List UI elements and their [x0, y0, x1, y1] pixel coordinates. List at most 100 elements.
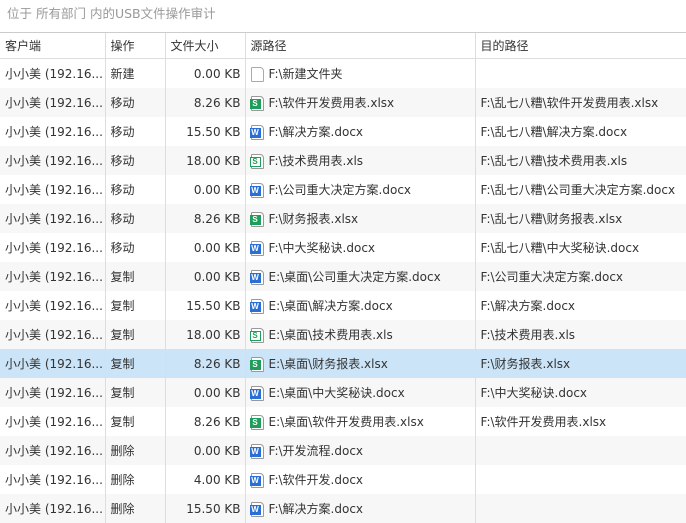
client-cell: 小小美 (192.16...	[0, 291, 106, 320]
source-path-cell: W E:\桌面\中大奖秘诀.docx	[245, 378, 476, 407]
xlsx-icon: S	[249, 357, 264, 372]
destination-path-cell: F:\软件开发费用表.xlsx	[475, 407, 686, 436]
operation-cell: 复制	[105, 407, 166, 436]
column-header-operation[interactable]: 操作	[105, 33, 166, 59]
docx-icon: W	[249, 125, 264, 140]
source-path-cell: S F:\财务报表.xlsx	[245, 204, 476, 233]
source-path-cell: W F:\软件开发.docx	[245, 465, 476, 494]
docx-icon: W	[249, 299, 264, 314]
source-path: F:\财务报表.xlsx	[268, 212, 359, 226]
table-row[interactable]: 小小美 (192.16... 复制 0.00 KB W E:\桌面\中大奖秘诀.d…	[0, 378, 686, 407]
column-header-destination[interactable]: 目的路径	[475, 33, 686, 59]
operation-cell: 删除	[105, 494, 166, 523]
client-cell: 小小美 (192.16...	[0, 146, 106, 175]
client-cell: 小小美 (192.16...	[0, 465, 106, 494]
source-path-cell: S E:\桌面\财务报表.xlsx	[245, 349, 476, 378]
table-row[interactable]: 小小美 (192.16... 删除 0.00 KB W F:\开发流程.docx	[0, 436, 686, 465]
client-cell: 小小美 (192.16...	[0, 58, 106, 88]
source-path-cell: W E:\桌面\解决方案.docx	[245, 291, 476, 320]
table-row[interactable]: 小小美 (192.16... 复制 18.00 KB S E:\桌面\技术费用表.…	[0, 320, 686, 349]
size-cell: 8.26 KB	[165, 204, 246, 233]
size-cell: 15.50 KB	[165, 291, 246, 320]
table-row[interactable]: 小小美 (192.16... 移动 8.26 KB S F:\财务报表.xlsx …	[0, 204, 686, 233]
source-path-cell: S F:\技术费用表.xls	[245, 146, 476, 175]
operation-cell: 移动	[105, 146, 166, 175]
table-row[interactable]: 小小美 (192.16... 复制 8.26 KB S E:\桌面\软件开发费用表…	[0, 407, 686, 436]
operation-cell: 复制	[105, 378, 166, 407]
xlsx-icon: S	[249, 415, 264, 430]
source-path: E:\桌面\技术费用表.xls	[268, 328, 393, 342]
size-cell: 0.00 KB	[165, 378, 246, 407]
size-cell: 15.50 KB	[165, 494, 246, 523]
source-path-cell: S E:\桌面\技术费用表.xls	[245, 320, 476, 349]
size-cell: 18.00 KB	[165, 320, 246, 349]
source-path: F:\开发流程.docx	[268, 444, 364, 458]
client-cell: 小小美 (192.16...	[0, 494, 106, 523]
source-path: F:\中大奖秘诀.docx	[268, 241, 376, 255]
source-path: E:\桌面\解决方案.docx	[268, 299, 393, 313]
docx-icon: W	[249, 183, 264, 198]
client-cell: 小小美 (192.16...	[0, 233, 106, 262]
folder-file-icon	[250, 67, 264, 82]
client-cell: 小小美 (192.16...	[0, 378, 106, 407]
audit-table: 客户端 操作 文件大小 源路径 目的路径 小小美 (192.16... 新建 0…	[0, 33, 686, 523]
table-row[interactable]: 小小美 (192.16... 移动 18.00 KB S F:\技术费用表.xls…	[0, 146, 686, 175]
destination-path-cell: F:\中大奖秘诀.docx	[475, 378, 686, 407]
source-path: E:\桌面\财务报表.xlsx	[268, 357, 388, 371]
source-path: F:\新建文件夹	[268, 67, 343, 81]
source-path-cell: W E:\桌面\公司重大决定方案.docx	[245, 262, 476, 291]
table-row[interactable]: 小小美 (192.16... 删除 15.50 KB W F:\解决方案.docx	[0, 494, 686, 523]
source-path: E:\桌面\中大奖秘诀.docx	[268, 386, 405, 400]
docx-icon: W	[249, 444, 264, 459]
source-path: F:\解决方案.docx	[268, 502, 364, 516]
table-row[interactable]: 小小美 (192.16... 移动 8.26 KB S F:\软件开发费用表.xl…	[0, 88, 686, 117]
table-row[interactable]: 小小美 (192.16... 复制 15.50 KB W E:\桌面\解决方案.d…	[0, 291, 686, 320]
operation-cell: 复制	[105, 291, 166, 320]
source-path: F:\公司重大决定方案.docx	[268, 183, 412, 197]
destination-path-cell: F:\乱七八糟\软件开发费用表.xlsx	[475, 88, 686, 117]
docx-icon: W	[249, 386, 264, 401]
size-cell: 8.26 KB	[165, 349, 246, 378]
destination-path-cell	[475, 436, 686, 465]
size-cell: 0.00 KB	[165, 175, 246, 204]
destination-path-cell: F:\乱七八糟\公司重大决定方案.docx	[475, 175, 686, 204]
operation-cell: 复制	[105, 262, 166, 291]
destination-path-cell	[475, 465, 686, 494]
operation-cell: 移动	[105, 117, 166, 146]
source-path: F:\软件开发费用表.xlsx	[268, 96, 395, 110]
destination-path-cell: F:\乱七八糟\解决方案.docx	[475, 117, 686, 146]
column-header-source[interactable]: 源路径	[245, 33, 476, 59]
size-cell: 18.00 KB	[165, 146, 246, 175]
column-header-size[interactable]: 文件大小	[165, 33, 246, 59]
operation-cell: 移动	[105, 233, 166, 262]
table-row[interactable]: 小小美 (192.16... 移动 15.50 KB W F:\解决方案.docx…	[0, 117, 686, 146]
table-row[interactable]: 小小美 (192.16... 新建 0.00 KB F:\新建文件夹	[0, 58, 686, 88]
destination-path-cell: F:\财务报表.xlsx	[475, 349, 686, 378]
operation-cell: 移动	[105, 204, 166, 233]
xlsx-icon: S	[249, 212, 264, 227]
client-cell: 小小美 (192.16...	[0, 175, 106, 204]
operation-cell: 复制	[105, 349, 166, 378]
xls-icon: S	[249, 328, 264, 343]
source-path: E:\桌面\公司重大决定方案.docx	[268, 270, 441, 284]
destination-path-cell	[475, 58, 686, 88]
size-cell: 8.26 KB	[165, 407, 246, 436]
destination-path-cell	[475, 494, 686, 523]
source-path-cell: S F:\软件开发费用表.xlsx	[245, 88, 476, 117]
table-row[interactable]: 小小美 (192.16... 复制 8.26 KB S E:\桌面\财务报表.xl…	[0, 349, 686, 378]
table-row[interactable]: 小小美 (192.16... 移动 0.00 KB W F:\中大奖秘诀.docx…	[0, 233, 686, 262]
operation-cell: 删除	[105, 436, 166, 465]
client-cell: 小小美 (192.16...	[0, 436, 106, 465]
table-row[interactable]: 小小美 (192.16... 移动 0.00 KB W F:\公司重大决定方案.d…	[0, 175, 686, 204]
client-cell: 小小美 (192.16...	[0, 204, 106, 233]
client-cell: 小小美 (192.16...	[0, 88, 106, 117]
table-row[interactable]: 小小美 (192.16... 删除 4.00 KB W F:\软件开发.docx	[0, 465, 686, 494]
source-path-cell: W F:\公司重大决定方案.docx	[245, 175, 476, 204]
table-row[interactable]: 小小美 (192.16... 复制 0.00 KB W E:\桌面\公司重大决定方…	[0, 262, 686, 291]
source-path-cell: S E:\桌面\软件开发费用表.xlsx	[245, 407, 476, 436]
column-header-client[interactable]: 客户端	[0, 33, 106, 59]
size-cell: 15.50 KB	[165, 117, 246, 146]
destination-path-cell: F:\乱七八糟\财务报表.xlsx	[475, 204, 686, 233]
size-cell: 0.00 KB	[165, 262, 246, 291]
destination-path-cell: F:\乱七八糟\技术费用表.xls	[475, 146, 686, 175]
